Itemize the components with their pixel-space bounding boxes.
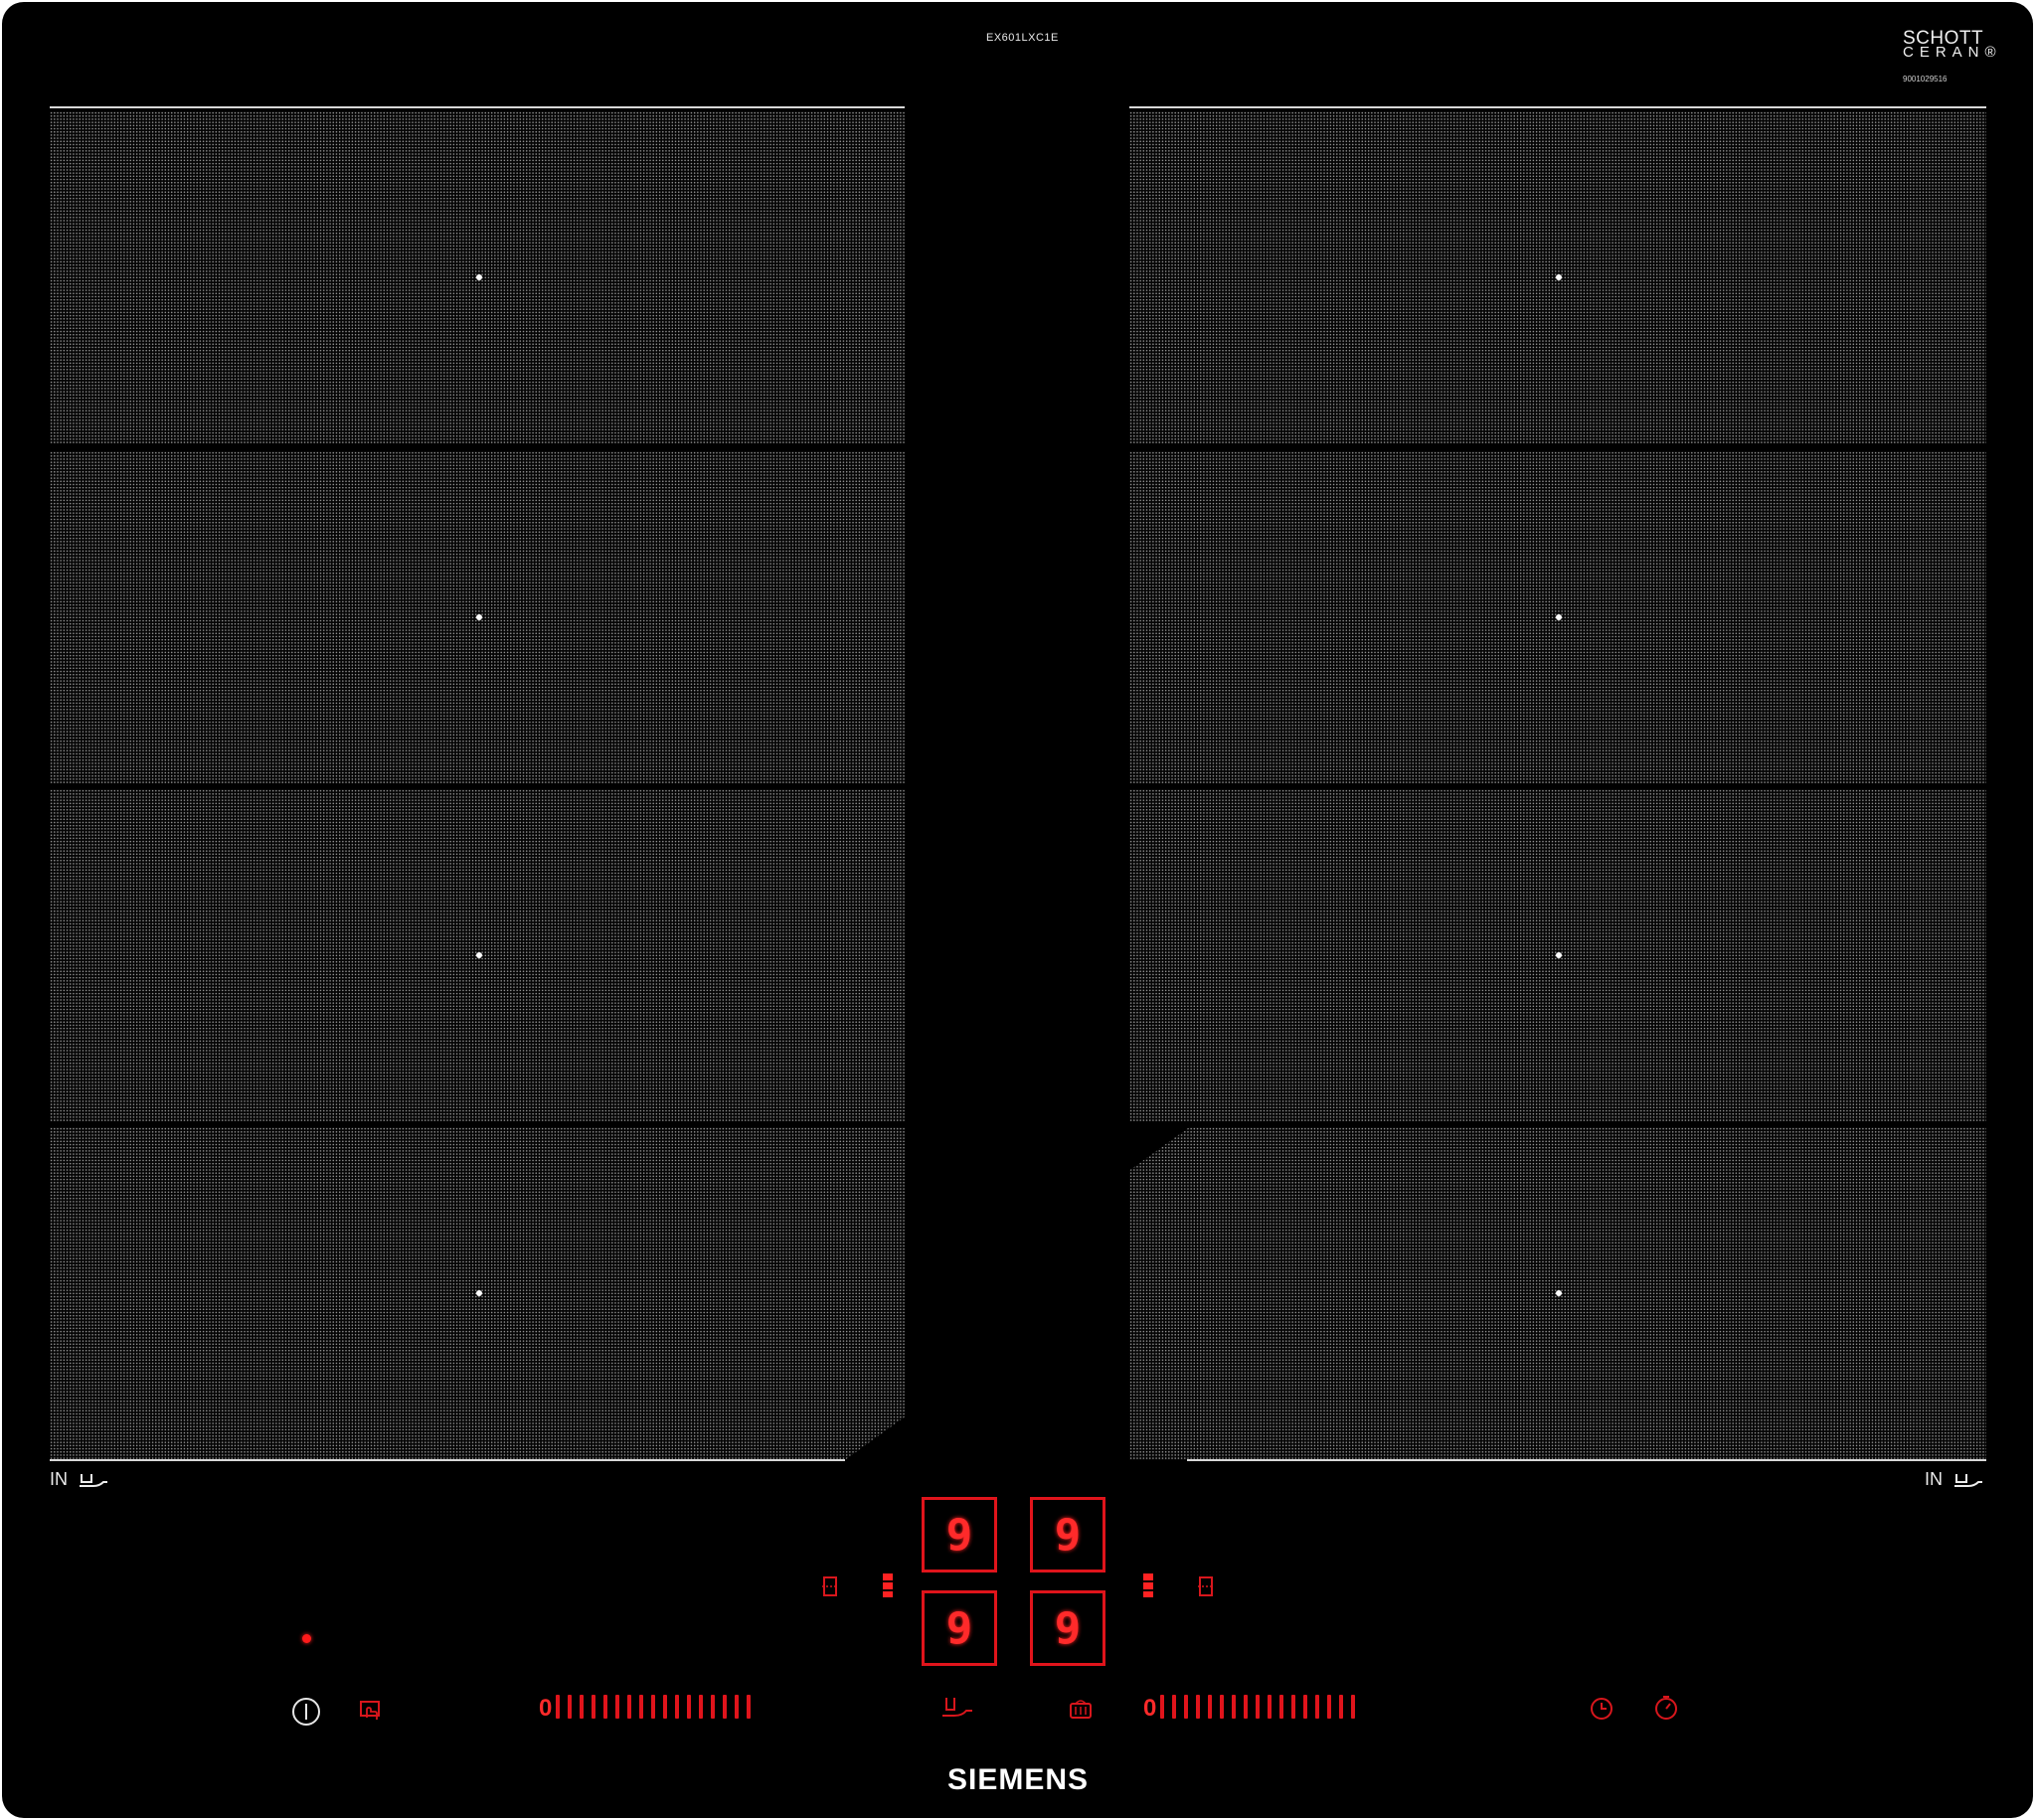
slider-tick[interactable] bbox=[556, 1694, 561, 1719]
display-front-left[interactable]: 9 bbox=[922, 1590, 997, 1666]
cooking-zone-right-4[interactable] bbox=[1129, 1127, 1986, 1460]
slider-tick[interactable] bbox=[663, 1694, 668, 1719]
slider-tick[interactable] bbox=[1172, 1694, 1177, 1719]
power-indicator-led bbox=[302, 1634, 311, 1643]
slider-tick[interactable] bbox=[1196, 1694, 1201, 1719]
slider-tick[interactable] bbox=[1351, 1694, 1356, 1719]
display-rear-left[interactable]: 9 bbox=[922, 1497, 997, 1572]
slider-tick[interactable] bbox=[1327, 1694, 1332, 1719]
left-zone-top-edge bbox=[50, 106, 905, 108]
slider-ticks-right bbox=[1160, 1694, 1363, 1724]
slider-tick[interactable] bbox=[747, 1694, 752, 1719]
cooking-zone-right-3[interactable] bbox=[1129, 789, 1986, 1121]
slider-tick[interactable] bbox=[1184, 1694, 1189, 1719]
zone-select-icon[interactable] bbox=[881, 1572, 895, 1598]
slider-tick[interactable] bbox=[1220, 1694, 1225, 1719]
zone-center-marker bbox=[1556, 1290, 1562, 1296]
flex-zone-icon[interactable] bbox=[821, 1574, 839, 1598]
slider-tick[interactable] bbox=[735, 1694, 740, 1719]
display-front-right[interactable]: 9 bbox=[1030, 1590, 1105, 1666]
slider-tick[interactable] bbox=[1279, 1694, 1284, 1719]
left-zone-bottom-edge bbox=[50, 1459, 845, 1461]
slider-tick[interactable] bbox=[1339, 1694, 1344, 1719]
slider-tick[interactable] bbox=[1160, 1694, 1165, 1719]
pot-sensor-icon bbox=[1954, 1473, 1982, 1487]
wipe-protection-icon[interactable] bbox=[358, 1698, 384, 1724]
frying-sensor-icon[interactable] bbox=[940, 1696, 974, 1722]
display-rear-right[interactable]: 9 bbox=[1030, 1497, 1105, 1572]
slider-tick[interactable] bbox=[723, 1694, 728, 1719]
slider-tick[interactable] bbox=[639, 1694, 644, 1719]
slider-tick[interactable] bbox=[711, 1694, 716, 1719]
slider-tick[interactable] bbox=[651, 1694, 656, 1719]
model-number: EX601LXC1E bbox=[986, 32, 1059, 44]
induction-marker-right: IN bbox=[1925, 1469, 1984, 1490]
power-slider-right[interactable]: 0 bbox=[1143, 1694, 1363, 1724]
slider-tick[interactable] bbox=[1232, 1694, 1237, 1719]
zone-center-marker bbox=[476, 274, 482, 280]
slider-zero-label: 0 bbox=[539, 1695, 553, 1722]
zone-center-marker bbox=[1556, 952, 1562, 958]
cooking-zone-left-1[interactable] bbox=[50, 111, 905, 443]
slider-zero-label: 0 bbox=[1143, 1695, 1157, 1722]
zone-center-marker bbox=[1556, 274, 1562, 280]
slider-tick[interactable] bbox=[1256, 1694, 1261, 1719]
slider-tick[interactable] bbox=[592, 1694, 596, 1719]
zone-center-marker bbox=[476, 1290, 482, 1296]
slider-tick[interactable] bbox=[603, 1694, 608, 1719]
slider-tick[interactable] bbox=[1291, 1694, 1296, 1719]
cooking-zone-left-4[interactable] bbox=[50, 1127, 905, 1460]
cooking-zone-left-2[interactable] bbox=[50, 451, 905, 783]
clock-icon[interactable] bbox=[1589, 1696, 1614, 1722]
cooking-zone-right-1[interactable] bbox=[1129, 111, 1986, 443]
cooking-zone-left-3[interactable] bbox=[50, 789, 905, 1121]
right-zone-top-edge bbox=[1129, 106, 1986, 108]
induction-marker-left: IN bbox=[50, 1469, 109, 1490]
stopwatch-icon[interactable] bbox=[1652, 1694, 1680, 1722]
slider-tick[interactable] bbox=[568, 1694, 573, 1719]
zone-center-marker bbox=[476, 952, 482, 958]
slider-tick[interactable] bbox=[580, 1694, 585, 1719]
slider-tick[interactable] bbox=[627, 1694, 632, 1719]
slider-tick[interactable] bbox=[687, 1694, 692, 1719]
slider-tick[interactable] bbox=[675, 1694, 680, 1719]
serial-number: 9001029516 bbox=[1903, 75, 1948, 83]
pot-sensor-icon bbox=[80, 1473, 107, 1487]
flex-zone-icon[interactable] bbox=[1197, 1574, 1215, 1598]
right-zone-bottom-edge bbox=[1187, 1459, 1986, 1461]
slider-tick[interactable] bbox=[1244, 1694, 1249, 1719]
induction-label: IN bbox=[50, 1469, 68, 1489]
power-icon[interactable] bbox=[290, 1696, 322, 1728]
cooktop-panel: EX601LXC1E SCHOTT CERAN® 9001029516 IN I… bbox=[2, 2, 2033, 1818]
zone-center-marker bbox=[1556, 614, 1562, 620]
power-slider-left[interactable]: 0 bbox=[539, 1694, 759, 1724]
slider-tick[interactable] bbox=[699, 1694, 704, 1719]
glass-brand-line2: CERAN® bbox=[1903, 44, 2002, 61]
zone-select-icon[interactable] bbox=[1141, 1572, 1155, 1598]
slider-tick[interactable] bbox=[1268, 1694, 1272, 1719]
cooking-zone-right-2[interactable] bbox=[1129, 451, 1986, 783]
slider-tick[interactable] bbox=[1208, 1694, 1213, 1719]
cooking-pot-icon[interactable] bbox=[1068, 1696, 1094, 1722]
zone-center-marker bbox=[476, 614, 482, 620]
slider-ticks-left bbox=[556, 1694, 759, 1724]
slider-tick[interactable] bbox=[1315, 1694, 1320, 1719]
brand-logo: SIEMENS bbox=[946, 1763, 1090, 1796]
induction-label: IN bbox=[1925, 1469, 1943, 1489]
slider-tick[interactable] bbox=[1303, 1694, 1308, 1719]
slider-tick[interactable] bbox=[615, 1694, 620, 1719]
